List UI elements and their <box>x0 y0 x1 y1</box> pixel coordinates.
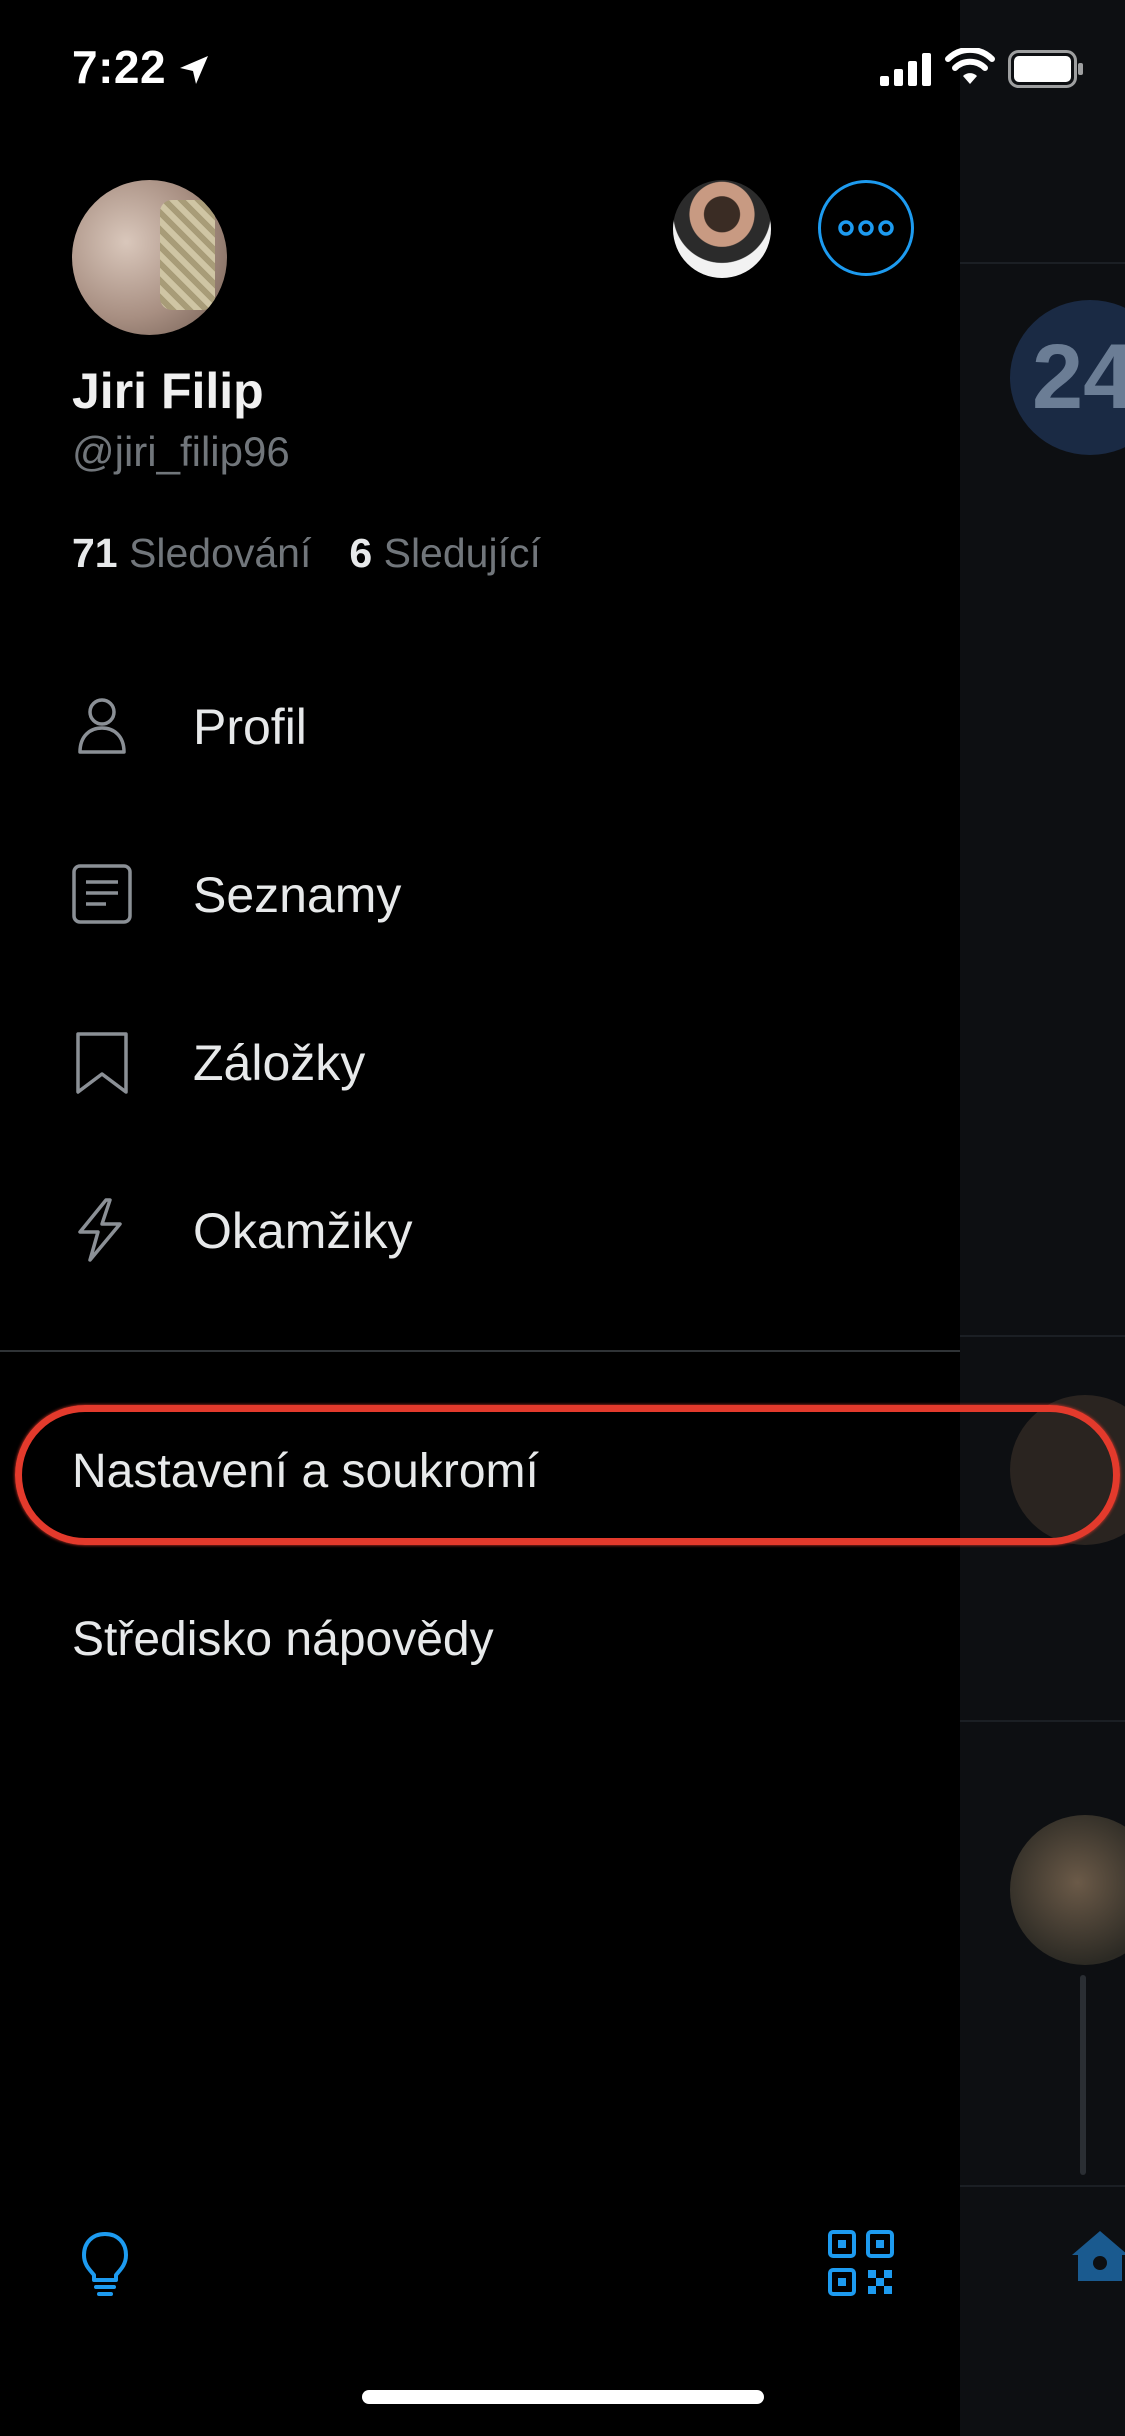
timeline-divider <box>960 2185 1125 2187</box>
home-icon[interactable] <box>1070 2225 1125 2285</box>
secondary-account-avatar[interactable] <box>673 180 771 278</box>
menu-item-profil[interactable]: Profil <box>0 672 960 782</box>
timeline-divider <box>960 1720 1125 1722</box>
user-handle: @jiri_filip96 <box>72 428 290 475</box>
location-arrow-icon <box>180 56 208 84</box>
lightning-icon <box>78 1198 122 1262</box>
timeline-avatar <box>1010 1815 1125 1965</box>
menu-item-okamziky[interactable]: Okamžiky <box>0 1176 960 1286</box>
qr-code-icon[interactable] <box>826 2228 896 2298</box>
person-icon <box>78 698 126 754</box>
menu-item-label: Okamžiky <box>193 1203 413 1259</box>
home-indicator[interactable] <box>362 2390 764 2404</box>
display-name[interactable]: Jiri Filip <box>72 362 264 420</box>
cellular-signal-icon <box>880 53 931 86</box>
follow-stats: 71 Sledování 6 Sledující <box>72 530 541 577</box>
lightbulb-icon[interactable] <box>70 2228 140 2298</box>
highlight-annotation <box>15 1405 1120 1545</box>
menu-item-label: Seznamy <box>193 867 402 923</box>
more-dots-icon <box>838 220 894 236</box>
list-icon <box>72 864 132 924</box>
menu-item-label: Profil <box>193 699 307 755</box>
followers-link[interactable]: 6 Sledující <box>349 530 540 576</box>
help-center-link[interactable]: Středisko nápovědy <box>72 1612 494 1667</box>
timeline-avatar: 24 <box>1010 300 1125 455</box>
followers-count: 6 <box>349 530 373 576</box>
side-drawer: 7:22 Jiri Filip @jiri_filip96 71 Sledová… <box>0 0 1083 2436</box>
wifi-icon <box>945 48 995 84</box>
following-label: Sledování <box>129 530 312 576</box>
following-count: 71 <box>72 530 118 576</box>
menu-item-label: Záložky <box>193 1035 366 1091</box>
battery-icon <box>1008 50 1083 88</box>
status-bar: 7:22 <box>0 0 1125 135</box>
menu-item-seznamy[interactable]: Seznamy <box>0 840 960 950</box>
thread-line <box>1080 1975 1086 2175</box>
more-accounts-button[interactable] <box>818 180 914 276</box>
timeline-divider <box>960 1335 1125 1337</box>
menu-divider <box>0 1350 960 1352</box>
following-link[interactable]: 71 Sledování <box>72 530 311 576</box>
followers-label: Sledující <box>383 530 541 576</box>
timeline-background[interactable]: 24 <box>960 0 1125 2436</box>
bookmark-icon <box>76 1032 128 1094</box>
status-time: 7:22 <box>72 41 167 93</box>
menu-item-zalozky[interactable]: Záložky <box>0 1008 960 1118</box>
profile-avatar[interactable] <box>72 180 227 335</box>
timeline-divider <box>960 262 1125 264</box>
